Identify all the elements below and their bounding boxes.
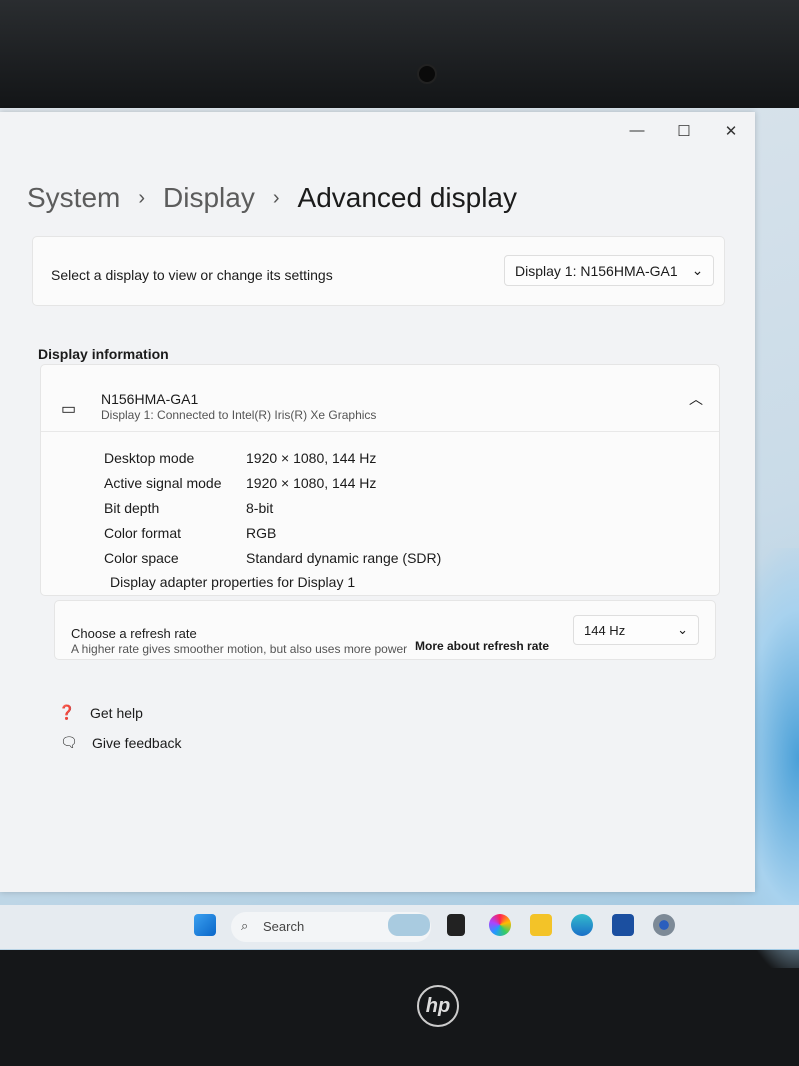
page-title: Advanced display xyxy=(297,182,517,213)
section-title: Display information xyxy=(38,346,169,362)
maximize-button[interactable]: ☐ xyxy=(669,122,699,140)
display-select-value: Display 1: N156HMA-GA1 xyxy=(515,262,678,279)
settings-window: — ☐ ✕ System › Display › Advanced displa… xyxy=(0,112,755,892)
hp-logo: hp xyxy=(417,985,459,1027)
get-help-link[interactable]: Get help xyxy=(90,705,143,721)
minimize-button[interactable]: — xyxy=(622,122,652,139)
search-label: Search xyxy=(263,919,305,934)
info-row: Desktop mode 1920 × 1080, 144 Hz xyxy=(104,450,377,466)
display-subtitle: Display 1: Connected to Intel(R) Iris(R)… xyxy=(101,408,377,422)
laptop-icon: ▭ xyxy=(61,401,77,418)
refresh-title: Choose a refresh rate xyxy=(71,626,197,641)
chevron-up-icon[interactable]: ︿ xyxy=(689,389,703,409)
display-name: N156HMA-GA1 xyxy=(101,391,199,407)
refresh-rate-card: Choose a refresh rate A higher rate give… xyxy=(54,600,716,660)
breadcrumb: System › Display › Advanced display xyxy=(27,182,517,214)
give-feedback-link[interactable]: Give feedback xyxy=(92,735,182,751)
task-view-icon[interactable] xyxy=(447,914,465,936)
info-row: Bit depth 8-bit xyxy=(104,500,274,516)
chevron-down-icon: ⌄ xyxy=(691,262,704,278)
close-button[interactable]: ✕ xyxy=(716,122,746,140)
refresh-rate-dropdown[interactable]: 144 Hz ⌄ xyxy=(573,615,699,645)
store-icon[interactable] xyxy=(612,914,634,936)
refresh-desc: A higher rate gives smoother motion, but… xyxy=(71,642,408,656)
chevron-right-icon: › xyxy=(272,186,280,209)
refresh-value: 144 Hz xyxy=(584,622,626,638)
info-row: Color space Standard dynamic range (SDR) xyxy=(104,550,442,566)
start-icon[interactable] xyxy=(194,914,216,936)
adapter-properties-link[interactable]: Display adapter properties for Display 1 xyxy=(110,574,355,590)
chevron-right-icon: › xyxy=(138,186,146,209)
settings-gear-icon[interactable] xyxy=(653,914,675,936)
chevron-down-icon: ⌄ xyxy=(677,622,688,637)
file-explorer-icon[interactable] xyxy=(530,914,552,936)
search-icon: ⌕ xyxy=(241,918,249,933)
widgets-icon[interactable] xyxy=(388,914,430,936)
select-display-card: Select a display to view or change its s… xyxy=(32,236,725,306)
webcam xyxy=(417,64,437,84)
display-select-dropdown[interactable]: Display 1: N156HMA-GA1 ⌄ xyxy=(504,255,715,286)
refresh-link[interactable]: More about refresh rate xyxy=(415,639,549,653)
breadcrumb-display[interactable]: Display xyxy=(163,182,255,214)
help-icon: ❓ xyxy=(58,704,76,720)
laptop-bezel xyxy=(0,0,799,112)
select-display-label: Select a display to view or change its s… xyxy=(51,267,333,283)
info-row: Color format RGB xyxy=(104,525,277,541)
edge-icon[interactable] xyxy=(571,914,593,936)
breadcrumb-system[interactable]: System xyxy=(27,182,120,214)
copilot-icon[interactable] xyxy=(489,914,511,936)
info-row: Active signal mode 1920 × 1080, 144 Hz xyxy=(104,475,377,491)
feedback-icon: 🗨 xyxy=(60,734,78,750)
